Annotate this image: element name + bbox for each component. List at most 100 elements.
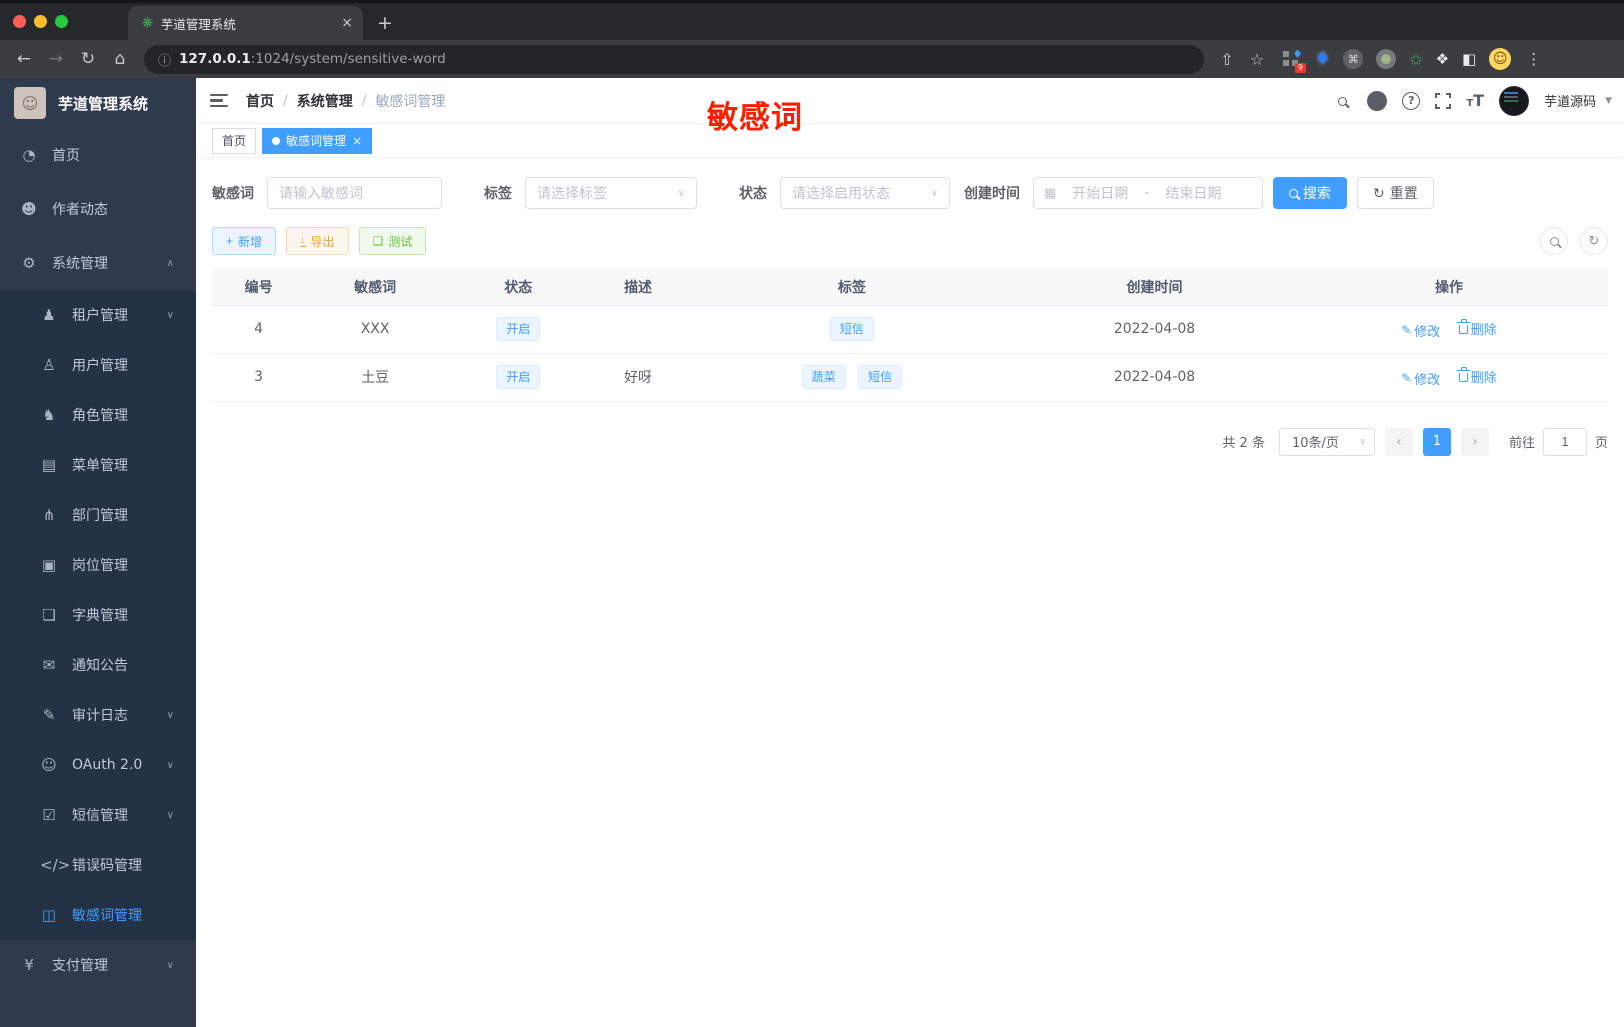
sidebar-item-dictionary[interactable]: ❏ 字典管理 (0, 590, 196, 640)
sidebar-item-home[interactable]: ◔ 首页 (0, 128, 196, 182)
sidebar-item-system-management[interactable]: ⚙ 系统管理 ∧ (0, 236, 196, 290)
chevron-down-icon: ∨ (166, 809, 174, 821)
sidebar-item-payment[interactable]: ¥ 支付管理 ∨ (0, 940, 196, 990)
chevron-down-icon: ∨ (1359, 436, 1366, 447)
close-icon[interactable]: × (352, 134, 362, 148)
command-extension-icon[interactable]: ⌘ (1343, 49, 1364, 69)
search-icon (1289, 188, 1298, 198)
col-word: 敏感词 (305, 269, 445, 306)
home-icon[interactable]: ⌂ (106, 49, 134, 69)
tab-close-icon[interactable]: × (341, 15, 353, 31)
sidebar-item-user[interactable]: ♙ 用户管理 (0, 340, 196, 390)
sidebar-item-oauth[interactable]: ☺ OAuth 2.0 ∨ (0, 740, 196, 790)
delete-link[interactable]: 删除 (1456, 367, 1497, 386)
breadcrumb-current: 敏感词管理 (375, 93, 446, 110)
caret-down-icon[interactable]: ▼ (1605, 96, 1612, 106)
goto-page-input[interactable] (1542, 427, 1587, 456)
chevron-down-icon: ∨ (166, 759, 174, 771)
sidebar-item-menu[interactable]: ▤ 菜单管理 (0, 440, 196, 490)
tag-home[interactable]: 首页 (212, 127, 257, 154)
header-actions: ? TT 芋道源码 ▼ (1332, 85, 1612, 116)
org-tree-icon: ⋔ (42, 506, 56, 524)
plus-icon: + (226, 234, 234, 248)
page-1-button[interactable]: 1 (1422, 427, 1451, 456)
recorder-extension-icon[interactable] (1376, 49, 1397, 69)
sidebar-item-label: 通知公告 (72, 658, 128, 674)
browser-tab[interactable]: ❋ 芋道管理系统 × (128, 6, 363, 40)
forward-icon[interactable]: → (42, 49, 70, 69)
help-icon[interactable]: ? (1402, 91, 1421, 110)
close-window-button[interactable] (13, 15, 26, 28)
share-icon[interactable]: ⇧ (1214, 50, 1240, 69)
user-avatar[interactable] (1499, 85, 1530, 116)
notice-icon: ✉ (42, 656, 56, 674)
sidebar-item-post[interactable]: ▣ 岗位管理 (0, 540, 196, 590)
table-row: 3 土豆 开启 好呀 蔬菜 短信 2022-04-08 ✎ 修改 删除 (212, 353, 1608, 402)
url-bar[interactable]: ⓘ 127.0.0.1:1024/system/sensitive-word (144, 44, 1204, 74)
keyword-input[interactable] (267, 177, 442, 209)
green-star-extension-icon[interactable]: ✩ (1409, 50, 1422, 69)
side-panel-icon[interactable]: ◧ (1462, 50, 1476, 68)
col-tags: 标签 (684, 269, 1020, 306)
username[interactable]: 芋道源码 (1544, 91, 1596, 110)
bookmark-star-icon[interactable]: ☆ (1244, 50, 1270, 69)
sidebar-item-author-feed[interactable]: ☻ 作者动态 (0, 182, 196, 236)
delete-link[interactable]: 删除 (1456, 319, 1497, 338)
browser-menu-icon[interactable]: ⋮ (1526, 50, 1542, 68)
date-range-picker[interactable]: ▦ 开始日期 - 结束日期 (1033, 177, 1263, 209)
gem-extension-icon[interactable]: ♦ (1315, 49, 1330, 69)
tag-label: 标签 (484, 186, 512, 202)
sidebar-item-sensitive-word[interactable]: ◫ 敏感词管理 (0, 890, 196, 940)
extensions-puzzle-icon[interactable]: ❖ (1436, 50, 1449, 68)
log-edit-icon: ✎ (42, 706, 56, 724)
breadcrumb-system[interactable]: 系统管理 (297, 91, 353, 111)
reload-icon[interactable]: ↻ (74, 49, 102, 69)
refresh-icon: ↻ (1588, 233, 1600, 249)
next-page-button[interactable]: › (1460, 427, 1489, 456)
refresh-table-button[interactable]: ↻ (1580, 227, 1608, 255)
status-select[interactable]: 请选择启用状态 ∨ (780, 177, 950, 209)
tag-select[interactable]: 请选择标签 ∨ (525, 177, 697, 209)
breadcrumb-home[interactable]: 首页 (246, 91, 274, 111)
cell-created: 2022-04-08 (1019, 305, 1290, 354)
rabbit-logo-image: ☺ (14, 87, 46, 119)
sidebar-collapse-icon[interactable] (210, 93, 228, 108)
sidebar-item-department[interactable]: ⋔ 部门管理 (0, 490, 196, 540)
tree-list-icon: ▤ (41, 456, 57, 474)
app-logo-row[interactable]: ☺ 芋道管理系统 (0, 78, 196, 128)
export-button[interactable]: ↓ 导出 (286, 227, 349, 255)
export-button-label: 导出 (310, 234, 335, 249)
search-icon[interactable] (1332, 91, 1352, 111)
github-icon[interactable] (1367, 90, 1388, 111)
sidebar-item-notice[interactable]: ✉ 通知公告 (0, 640, 196, 690)
sidebar-item-error-code[interactable]: </> 错误码管理 (0, 840, 196, 890)
maximize-window-button[interactable] (55, 15, 68, 28)
sidebar-item-label: 作者动态 (52, 202, 108, 218)
add-button[interactable]: + 新增 (212, 227, 277, 255)
sidebar-item-sms[interactable]: ☑ 短信管理 ∨ (0, 790, 196, 840)
test-button[interactable]: ❏ 测试 (358, 227, 427, 255)
page-size-select[interactable]: 10条/页 ∨ (1278, 427, 1375, 456)
prev-page-button[interactable]: ‹ (1384, 427, 1413, 456)
edit-link[interactable]: ✎ 修改 (1401, 321, 1440, 340)
sidebar-item-role[interactable]: ♞ 角色管理 (0, 390, 196, 440)
edit-link[interactable]: ✎ 修改 (1401, 369, 1440, 388)
favicon-plant-icon: ❋ (142, 15, 153, 31)
search-button[interactable]: 搜索 (1273, 177, 1347, 209)
toggle-search-button[interactable] (1540, 227, 1568, 255)
tag-sensitive-word[interactable]: 敏感词管理 × (262, 127, 373, 154)
fullscreen-icon[interactable] (1435, 92, 1452, 109)
browser-profile-avatar[interactable]: ☺ (1489, 48, 1512, 70)
sidebar-item-audit-log[interactable]: ✎ 审计日志 ∨ (0, 690, 196, 740)
new-tab-button[interactable]: + (377, 12, 393, 34)
sidebar-item-tenant[interactable]: ♟ 租户管理 ∨ (0, 290, 196, 340)
breadcrumb: 首页 / 系统管理 / 敏感词管理 (246, 91, 445, 111)
site-info-icon[interactable]: ⓘ (158, 50, 171, 69)
tab-manager-extension-icon[interactable]: ♦ 9 (1282, 47, 1306, 73)
font-size-icon[interactable]: TT (1466, 91, 1484, 110)
app-header: 首页 / 系统管理 / 敏感词管理 ? TT 芋道源码 ▼ (196, 78, 1624, 123)
browser-toolbar: ← → ↻ ⌂ ⓘ 127.0.0.1:1024/system/sensitiv… (0, 40, 1624, 78)
back-icon[interactable]: ← (10, 49, 38, 69)
minimize-window-button[interactable] (34, 15, 47, 28)
reset-button[interactable]: ↻ 重置 (1357, 177, 1434, 209)
